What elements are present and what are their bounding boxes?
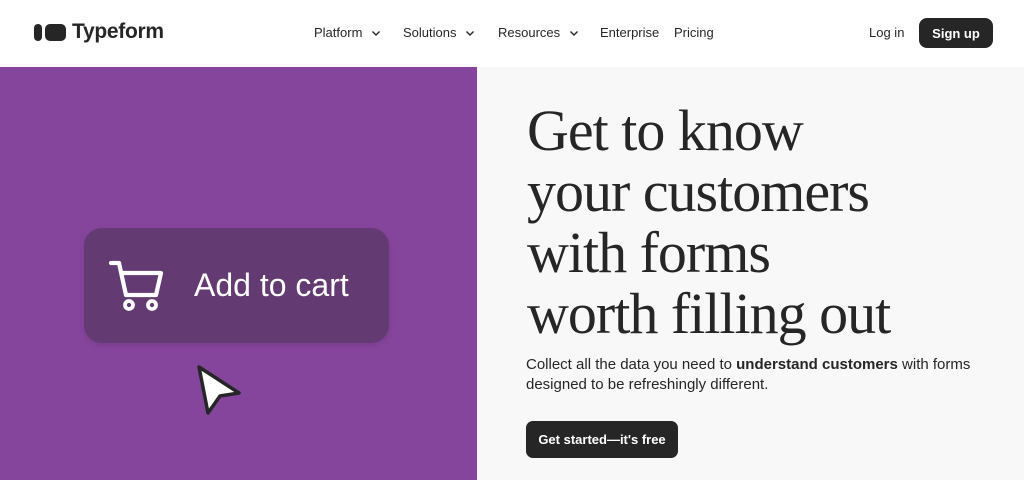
cursor-arrow-icon	[197, 365, 241, 415]
nav-solutions-label: Solutions	[403, 25, 457, 40]
headline-line: with forms	[527, 220, 771, 285]
chevron-down-icon	[372, 30, 381, 36]
typeform-logo[interactable]: Typeform	[34, 20, 164, 44]
add-to-cart-button[interactable]: Add to cart	[84, 228, 389, 343]
typeform-logo-icon	[34, 23, 66, 41]
nav-enterprise-label: Enterprise	[600, 25, 660, 40]
headline-line: Get to know	[527, 98, 804, 163]
login-link[interactable]: Log in	[869, 25, 904, 40]
chevron-down-icon	[466, 30, 475, 36]
cart-icon	[108, 260, 164, 311]
nav-resources-label: Resources	[498, 25, 561, 40]
nav-platform-label: Platform	[314, 25, 363, 40]
chevron-down-icon	[570, 30, 579, 36]
nav-platform[interactable]: Platform	[314, 25, 381, 40]
hero-content: Get to know your customers with forms wo…	[477, 67, 1024, 480]
nav-solutions[interactable]: Solutions	[403, 25, 475, 40]
get-started-button[interactable]: Get started—it's free	[526, 421, 678, 458]
nav-resources[interactable]: Resources	[498, 25, 579, 40]
top-navigation-bar: Typeform Platform Solutions Resources En…	[0, 0, 1024, 67]
nav-pricing-label: Pricing	[674, 25, 714, 40]
nav-enterprise[interactable]: Enterprise	[600, 25, 659, 40]
subtext-part: Collect all the data you need to	[526, 356, 737, 373]
signup-button[interactable]: Sign up	[919, 18, 993, 48]
headline-line: your customers	[527, 159, 870, 224]
logo-text: Typeform	[72, 20, 164, 43]
hero-visual-panel: Add to cart	[0, 67, 477, 480]
subtext-emphasis: understand customers	[736, 356, 898, 373]
nav-pricing[interactable]: Pricing	[674, 25, 714, 40]
add-to-cart-label: Add to cart	[194, 267, 349, 303]
hero-subtext: Collect all the data you need to underst…	[526, 355, 996, 395]
hero-headline: Get to know your customers with forms wo…	[527, 100, 987, 344]
headline-line: worth filling out	[527, 281, 891, 346]
